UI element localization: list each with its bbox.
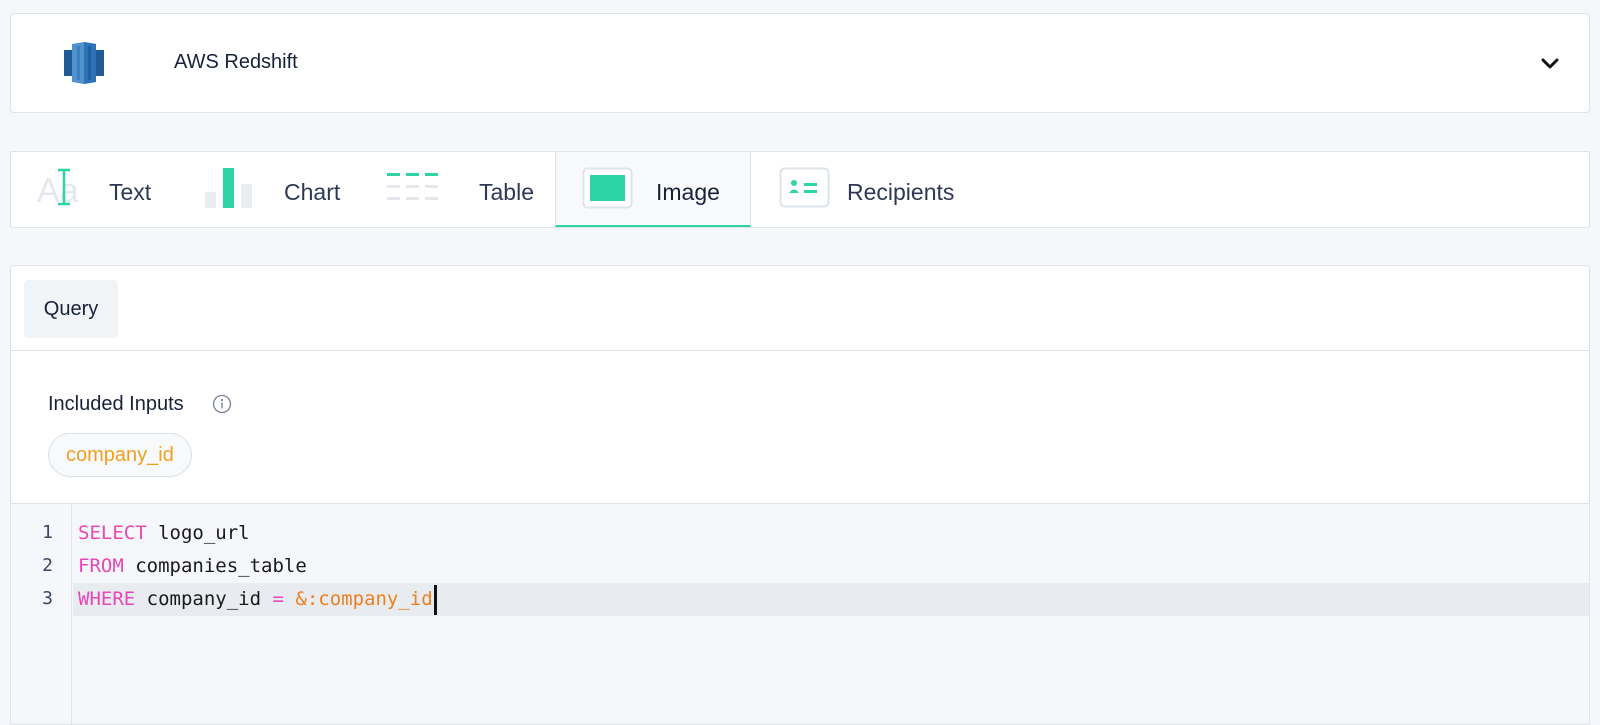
aws-redshift-logo <box>64 42 104 84</box>
tab-image-label: Image <box>656 179 720 205</box>
chevron-down-icon[interactable] <box>1539 52 1561 74</box>
code-line-active[interactable]: WHERE company_id = &:company_id <box>73 583 1589 616</box>
svg-text:Aa: Aa <box>37 172 79 210</box>
line-number: 1 <box>42 522 53 543</box>
line-number: 2 <box>42 555 53 576</box>
sql-keyword: SELECT <box>78 522 147 544</box>
divider <box>11 350 1589 351</box>
sql-operator: = <box>272 588 284 610</box>
sql-code-editor[interactable]: 1 2 3 SELECT logo_url FROM companies_tab… <box>11 503 1589 724</box>
tab-recipients-label: Recipients <box>847 179 955 205</box>
text-cursor-icon: Aa <box>37 168 79 210</box>
code-line[interactable]: FROM companies_table <box>73 550 1589 583</box>
query-tab[interactable]: Query <box>24 280 118 338</box>
tab-chart-label: Chart <box>284 179 341 205</box>
code-line[interactable]: SELECT logo_url <box>73 517 1589 550</box>
recipients-card-icon <box>779 167 830 208</box>
sql-text: companies_table <box>123 555 307 577</box>
text-cursor <box>433 584 437 615</box>
tab-text-label: Text <box>109 179 152 205</box>
sql-text: company_id <box>135 588 273 610</box>
tab-chart[interactable]: Chart <box>191 152 363 227</box>
bar-chart-icon <box>205 168 252 208</box>
info-icon[interactable] <box>212 394 232 414</box>
query-panel: Query Included Inputs company_id 1 2 3 S… <box>10 265 1590 725</box>
tab-table-label: Table <box>479 179 534 205</box>
table-icon <box>387 173 438 200</box>
block-type-tabs: Aa Text Chart Table Image Recipients <box>10 151 1590 228</box>
image-icon <box>582 167 633 209</box>
input-chip-company-id[interactable]: company_id <box>48 433 192 477</box>
datasource-name: AWS Redshift <box>174 51 298 73</box>
sql-keyword: FROM <box>78 555 124 577</box>
datasource-selector[interactable]: AWS Redshift <box>10 13 1590 113</box>
tab-table[interactable]: Table <box>363 152 545 227</box>
tab-text[interactable]: Aa Text <box>11 152 191 227</box>
tab-image[interactable]: Image <box>555 152 751 227</box>
line-number-gutter: 1 2 3 <box>11 504 72 724</box>
tab-recipients[interactable]: Recipients <box>751 152 991 227</box>
included-inputs-label: Included Inputs <box>48 393 184 415</box>
sql-text: logo_url <box>146 522 250 544</box>
line-number: 3 <box>42 588 53 609</box>
sql-parameter: &:company_id <box>295 588 433 610</box>
sql-keyword: WHERE <box>78 588 136 610</box>
